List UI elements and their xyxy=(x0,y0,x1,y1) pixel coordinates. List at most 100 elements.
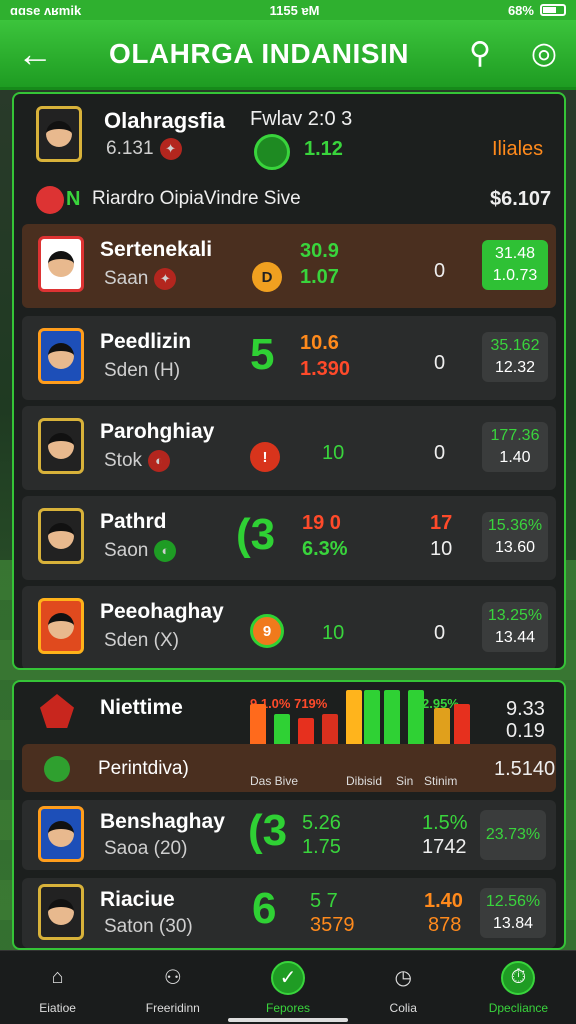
search-icon[interactable]: ⚲ xyxy=(448,36,512,71)
status-circle-icon xyxy=(254,134,290,170)
list-item[interactable]: Parohghiay Stok ◐ ! 10 0 177.36 1.40 xyxy=(22,406,556,490)
team-sub: Stok ◐ xyxy=(104,450,171,472)
team-sub: Saton (30) xyxy=(104,916,193,937)
stat-a: 5.26 xyxy=(302,812,341,834)
team-crest xyxy=(38,884,84,940)
rank-symbol: 5 xyxy=(250,330,275,379)
tab-label: Colia xyxy=(389,1000,417,1015)
team-crest xyxy=(36,106,82,162)
stat-box: 23.73% xyxy=(480,810,546,860)
stat-box: 31.48 1.0.73 xyxy=(482,240,548,290)
chart-value-bottom: 0.19 xyxy=(506,720,545,742)
stat-b: 1.07 xyxy=(300,266,339,288)
info-value: $6.107 xyxy=(490,188,552,210)
list-item[interactable]: Benshaghay Saoa (20) (3 5.26 1.75 1.5% 1… xyxy=(22,800,556,870)
tab-friends[interactable]: ⚇ Freeridinn xyxy=(115,951,230,1024)
list-item[interactable]: Sertenekali Saan ✦ D 30.9 1.07 0 31.48 1.0… xyxy=(22,224,556,308)
list-item[interactable]: Peeohaghay Sden (X) 9 10 0 13.25% 13.44 xyxy=(22,586,556,668)
stat-d: 878 xyxy=(428,914,462,936)
tab-label: Dpecliance xyxy=(488,1000,549,1015)
stat-b: 3579 xyxy=(310,914,355,936)
info-badge: N xyxy=(66,188,81,210)
tab-label: Fepores xyxy=(265,1000,311,1015)
shield-icon xyxy=(44,756,70,782)
stat-a: 30.9 xyxy=(300,240,339,262)
team-name: Pathrd xyxy=(100,510,167,533)
target-icon[interactable]: ◎ xyxy=(512,36,576,71)
stat-a: 19 0 xyxy=(302,512,341,534)
team-sub: Sden (X) xyxy=(104,630,179,651)
stat-mid: 0 xyxy=(434,260,446,282)
stopwatch-icon: ⏱ xyxy=(501,960,536,995)
list-item[interactable]: Peedlizin Sden (H) 5 10.6 1.390 0 35.162… xyxy=(22,316,556,400)
summary-score: 1.12 xyxy=(304,138,343,160)
tab-color[interactable]: ◷ Colia xyxy=(346,951,461,1024)
home-icon: ⌂ xyxy=(51,966,64,988)
team-name: Peedlizin xyxy=(100,330,192,353)
team-sub: Saon ◐ xyxy=(104,540,177,562)
summary-tag: Iliales xyxy=(492,138,544,160)
page-title: OLAHRGA INDANISIN xyxy=(109,37,409,69)
badge-icon: ✦ xyxy=(154,268,177,290)
stat-b: 1.390 xyxy=(300,358,351,380)
live-panel: Niettime 9 1.0% 719% 2.95% 9.33 0.19 Per… xyxy=(12,680,566,950)
tab-compliance[interactable]: ⏱ Dpecliance xyxy=(461,951,576,1024)
team-name: Benshaghay xyxy=(100,810,225,833)
summary-fixture: Fwlav 2:0 3 xyxy=(250,108,353,130)
stat-b: 10 xyxy=(322,442,345,464)
summary-team-name: Olahragsfia xyxy=(104,108,226,133)
stat-box: 12.56% 13.84 xyxy=(480,888,546,938)
team-crest xyxy=(38,328,84,384)
stat-box: 13.25% 13.44 xyxy=(482,602,548,652)
lock-icon: D xyxy=(252,262,282,292)
team-name: Riaciue xyxy=(100,888,175,911)
summary-team-sub: 6.131 ✦ xyxy=(106,138,182,160)
bar-label: Dibisid xyxy=(346,774,383,788)
bar-label: Sin xyxy=(396,774,414,788)
badge-icon: ◐ xyxy=(148,450,171,472)
tab-reports[interactable]: ✓ Fepores xyxy=(230,951,345,1024)
people-icon: ⚇ xyxy=(163,967,182,989)
stat-mid: 0 xyxy=(434,622,446,644)
carrier-text: ɑɑse ʌʁmik xyxy=(10,2,82,18)
stat-b: 10 xyxy=(322,622,345,644)
bar-label: Stinim xyxy=(424,774,458,788)
clock: 1155 ɐM xyxy=(269,2,320,18)
bar-label: Das Bive xyxy=(250,774,299,788)
battery-icon xyxy=(539,4,566,16)
tab-label: Freeridinn xyxy=(145,1000,200,1015)
stat-a: 10.6 xyxy=(300,332,339,354)
stat-d: 1742 xyxy=(422,836,467,858)
list-item[interactable]: Riaciue Saton (30) 6 5 7 3579 1.40 878 1… xyxy=(22,878,556,948)
battery-percent: 68% xyxy=(507,2,534,18)
tab-home[interactable]: ⌂ Eiatioe xyxy=(0,951,115,1024)
back-arrow-icon[interactable]: ← xyxy=(0,33,70,75)
team-name: Parohghiay xyxy=(100,420,215,443)
stat-mid-a: 17 xyxy=(430,512,453,534)
team-sub: Saoa (20) xyxy=(104,838,188,859)
stat-b: 6.3% xyxy=(302,538,348,560)
list-item[interactable]: Pathrd Saon ◐ (3 19 0 6.3% 17 10 15.36% 13… xyxy=(22,496,556,580)
stat-box: 15.36% 13.60 xyxy=(482,512,548,562)
badge-icon: ◐ xyxy=(154,540,177,562)
team-crest xyxy=(38,806,84,862)
team-sub: Sden (H) xyxy=(104,360,181,381)
rank-symbol: (3 xyxy=(248,806,288,855)
team-sub: Saan ✦ xyxy=(104,268,177,290)
stat-a: 5 7 xyxy=(310,890,338,912)
highlight-row[interactable]: Perintdiva) Das Bive Dibisid Sin Stinim … xyxy=(22,744,556,792)
rank-symbol: (3 xyxy=(236,510,276,559)
team-name: Sertenekali xyxy=(100,238,213,261)
stat-c: 1.5% xyxy=(422,812,468,834)
stat-box: 177.36 1.40 xyxy=(482,422,548,472)
standings-panel: Olahragsfia 6.131 ✦ Fwlav 2:0 3 1.12 Ilia… xyxy=(12,92,566,670)
team-crest xyxy=(38,418,84,474)
clock-icon: ◷ xyxy=(394,967,412,989)
status-bar: ɑɑse ʌʁmik 1155 ɐM 68% xyxy=(0,0,576,20)
eagle-icon xyxy=(40,694,74,728)
stat-c: 1.40 xyxy=(424,890,463,912)
bottom-tab-bar: ⌂ Eiatioe ⚇ Freeridinn ✓ Fepores ◷ Colia… xyxy=(0,950,576,1024)
chart-name: Niettime xyxy=(100,696,183,719)
flag-icon xyxy=(36,186,64,214)
team-crest xyxy=(38,508,84,564)
